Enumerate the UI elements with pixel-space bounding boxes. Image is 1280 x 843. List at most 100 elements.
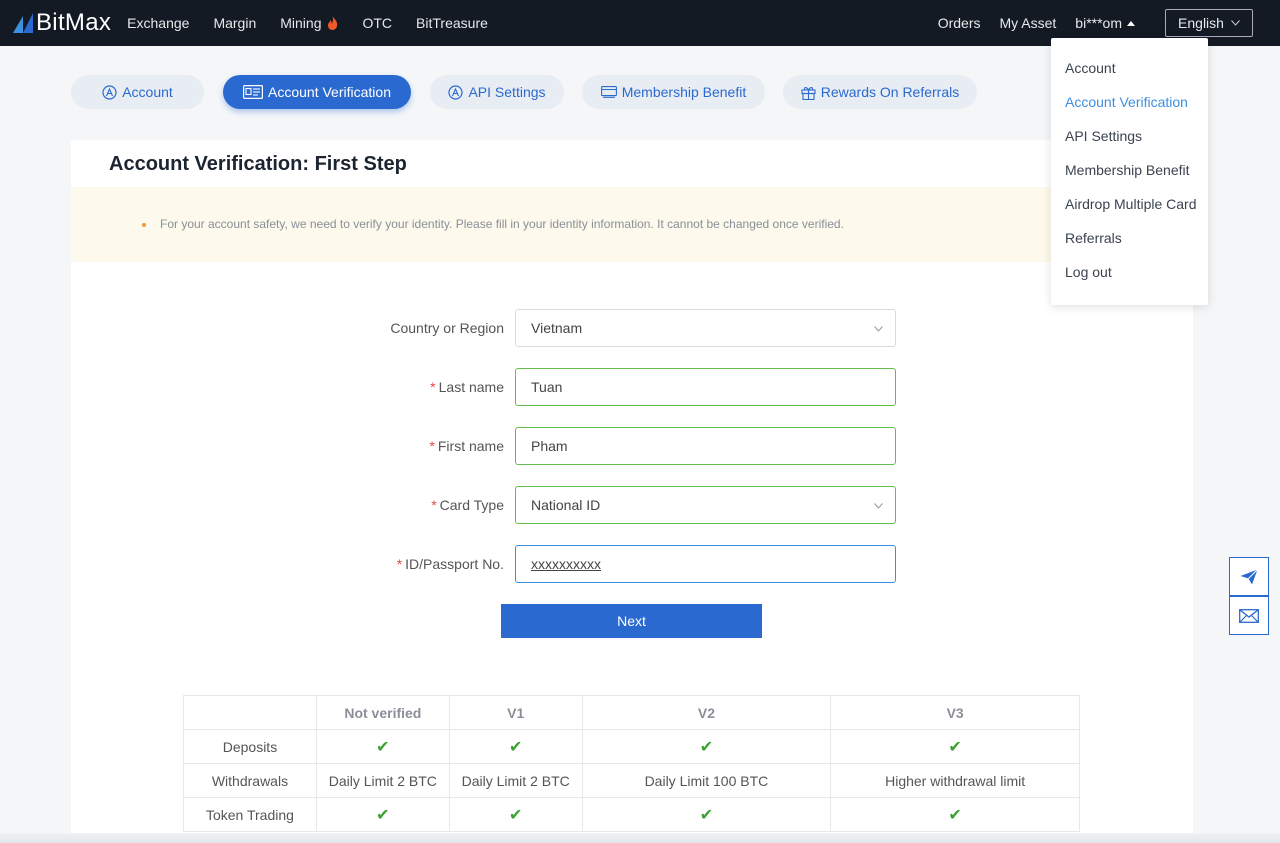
required-mark: * — [396, 556, 403, 572]
verification-levels-table: Not verified V1 V2 V3 Deposits ✔ ✔ ✔ ✔ W… — [183, 695, 1080, 832]
notice-text: For your account safety, we need to veri… — [160, 217, 844, 231]
logo-icon — [13, 13, 33, 33]
next-button[interactable]: Next — [501, 604, 762, 638]
table-header-cell: Not verified — [315, 695, 450, 730]
menu-item-api-settings[interactable]: API Settings — [1065, 128, 1142, 144]
menu-item-account-verification[interactable]: Account Verification — [1065, 94, 1188, 110]
last-name-label-text: Last name — [438, 379, 504, 395]
tab-account-verification-label: Account Verification — [268, 84, 391, 100]
fire-icon — [328, 16, 338, 30]
tab-membership-benefit[interactable]: Membership Benefit — [582, 75, 765, 109]
language-selector[interactable]: English — [1165, 9, 1253, 37]
check-icon: ✔ — [315, 797, 450, 832]
user-dropdown-menu: Account Account Verification API Setting… — [1051, 38, 1208, 305]
last-name-label: * Last name — [304, 379, 504, 395]
user-menu-toggle[interactable]: bi***om — [1075, 15, 1135, 31]
tab-account-verification[interactable]: Account Verification — [223, 75, 411, 109]
mail-icon — [1239, 608, 1259, 623]
check-icon: ✔ — [448, 797, 583, 832]
nav-bittreasure[interactable]: BitTreasure — [416, 15, 488, 31]
nav-orders[interactable]: Orders — [938, 15, 981, 31]
first-name-label: * First name — [304, 438, 504, 454]
required-mark: * — [431, 497, 437, 513]
id-passport-value: xxxxxxxxxx — [531, 556, 601, 572]
nav-mining[interactable]: Mining — [280, 15, 338, 31]
menu-item-membership-benefit[interactable]: Membership Benefit — [1065, 162, 1190, 178]
country-label: Country or Region — [304, 320, 504, 336]
chevron-down-icon — [874, 503, 883, 509]
caret-up-icon — [1127, 20, 1135, 26]
page-bottom-edge — [0, 833, 1280, 843]
first-name-input[interactable]: Pham — [515, 427, 896, 465]
table-cell: Daily Limit 100 BTC — [581, 763, 832, 798]
table-header-cell — [183, 695, 317, 730]
id-card-icon — [243, 85, 264, 99]
check-icon: ✔ — [581, 729, 832, 764]
telegram-button[interactable] — [1229, 557, 1269, 596]
check-icon: ✔ — [830, 729, 1080, 764]
card-type-label-text: Card Type — [439, 497, 504, 513]
tab-rewards-on-referrals[interactable]: Rewards On Referrals — [783, 75, 977, 109]
brand-name: BitMax — [36, 9, 112, 36]
tab-api-settings[interactable]: API Settings — [430, 75, 564, 109]
chevron-down-icon — [1231, 20, 1240, 26]
first-name-label-text: First name — [437, 438, 504, 454]
logo[interactable]: BitMax — [13, 9, 111, 37]
table-header-cell: V1 — [448, 695, 583, 730]
last-name-input[interactable]: Tuan — [515, 368, 896, 406]
gift-icon — [801, 86, 816, 100]
membership-card-icon — [600, 86, 617, 98]
required-mark: * — [429, 438, 435, 454]
check-icon: ✔ — [581, 797, 832, 832]
first-name-value: Pham — [531, 438, 568, 454]
country-select[interactable]: Vietnam — [515, 309, 896, 347]
card-type-value: National ID — [531, 497, 601, 513]
telegram-icon — [1240, 568, 1258, 584]
check-icon: ✔ — [448, 729, 583, 764]
table-cell: Deposits — [183, 729, 317, 764]
menu-item-account[interactable]: Account — [1065, 60, 1116, 76]
table-row: Deposits ✔ ✔ ✔ ✔ — [183, 729, 1080, 764]
last-name-value: Tuan — [531, 379, 563, 395]
table-cell: Higher withdrawal limit — [830, 763, 1080, 798]
id-passport-input[interactable]: xxxxxxxxxx — [515, 545, 896, 583]
notice-banner: For your account safety, we need to veri… — [71, 187, 1193, 262]
table-cell: Daily Limit 2 BTC — [448, 763, 583, 798]
nav-mining-label: Mining — [280, 15, 322, 31]
table-row: Token Trading ✔ ✔ ✔ ✔ — [183, 797, 1080, 832]
language-label: English — [1178, 15, 1224, 31]
menu-item-referrals[interactable]: Referrals — [1065, 230, 1122, 246]
table-cell: Token Trading — [183, 797, 317, 832]
menu-item-log-out[interactable]: Log out — [1065, 264, 1112, 280]
required-mark: * — [430, 379, 436, 395]
id-passport-label-text: ID/Passport No. — [405, 556, 504, 572]
table-header-cell: V2 — [581, 695, 832, 730]
tab-rewards-on-referrals-label: Rewards On Referrals — [820, 84, 960, 100]
check-icon: ✔ — [315, 729, 450, 764]
table-header-row: Not verified V1 V2 V3 — [183, 695, 1080, 730]
nav-otc[interactable]: OTC — [362, 15, 392, 31]
country-value: Vietnam — [531, 320, 583, 336]
nav-margin[interactable]: Margin — [213, 15, 256, 31]
nav-my-asset[interactable]: My Asset — [1000, 15, 1057, 31]
api-icon — [448, 84, 464, 100]
nav-exchange[interactable]: Exchange — [127, 15, 189, 31]
card-type-select[interactable]: National ID — [515, 486, 896, 524]
table-cell: Withdrawals — [183, 763, 317, 798]
menu-item-airdrop-multiple-card[interactable]: Airdrop Multiple Card — [1065, 196, 1197, 212]
tab-account-label: Account — [122, 84, 173, 100]
id-passport-label: * ID/Passport No. — [304, 556, 504, 572]
card-type-label: * Card Type — [304, 497, 504, 513]
mail-button[interactable] — [1229, 596, 1269, 635]
verification-card: Account Verification: First Step For you… — [71, 140, 1193, 843]
bullet-icon — [142, 223, 146, 227]
tab-account[interactable]: Account — [71, 75, 204, 109]
tab-api-settings-label: API Settings — [468, 84, 546, 100]
tab-membership-benefit-label: Membership Benefit — [621, 84, 747, 100]
table-header-cell: V3 — [830, 695, 1080, 730]
account-icon — [102, 84, 117, 100]
check-icon: ✔ — [830, 797, 1080, 832]
username: bi***om — [1075, 15, 1122, 31]
table-cell: Daily Limit 2 BTC — [315, 763, 450, 798]
country-label-text: Country or Region — [390, 320, 504, 336]
